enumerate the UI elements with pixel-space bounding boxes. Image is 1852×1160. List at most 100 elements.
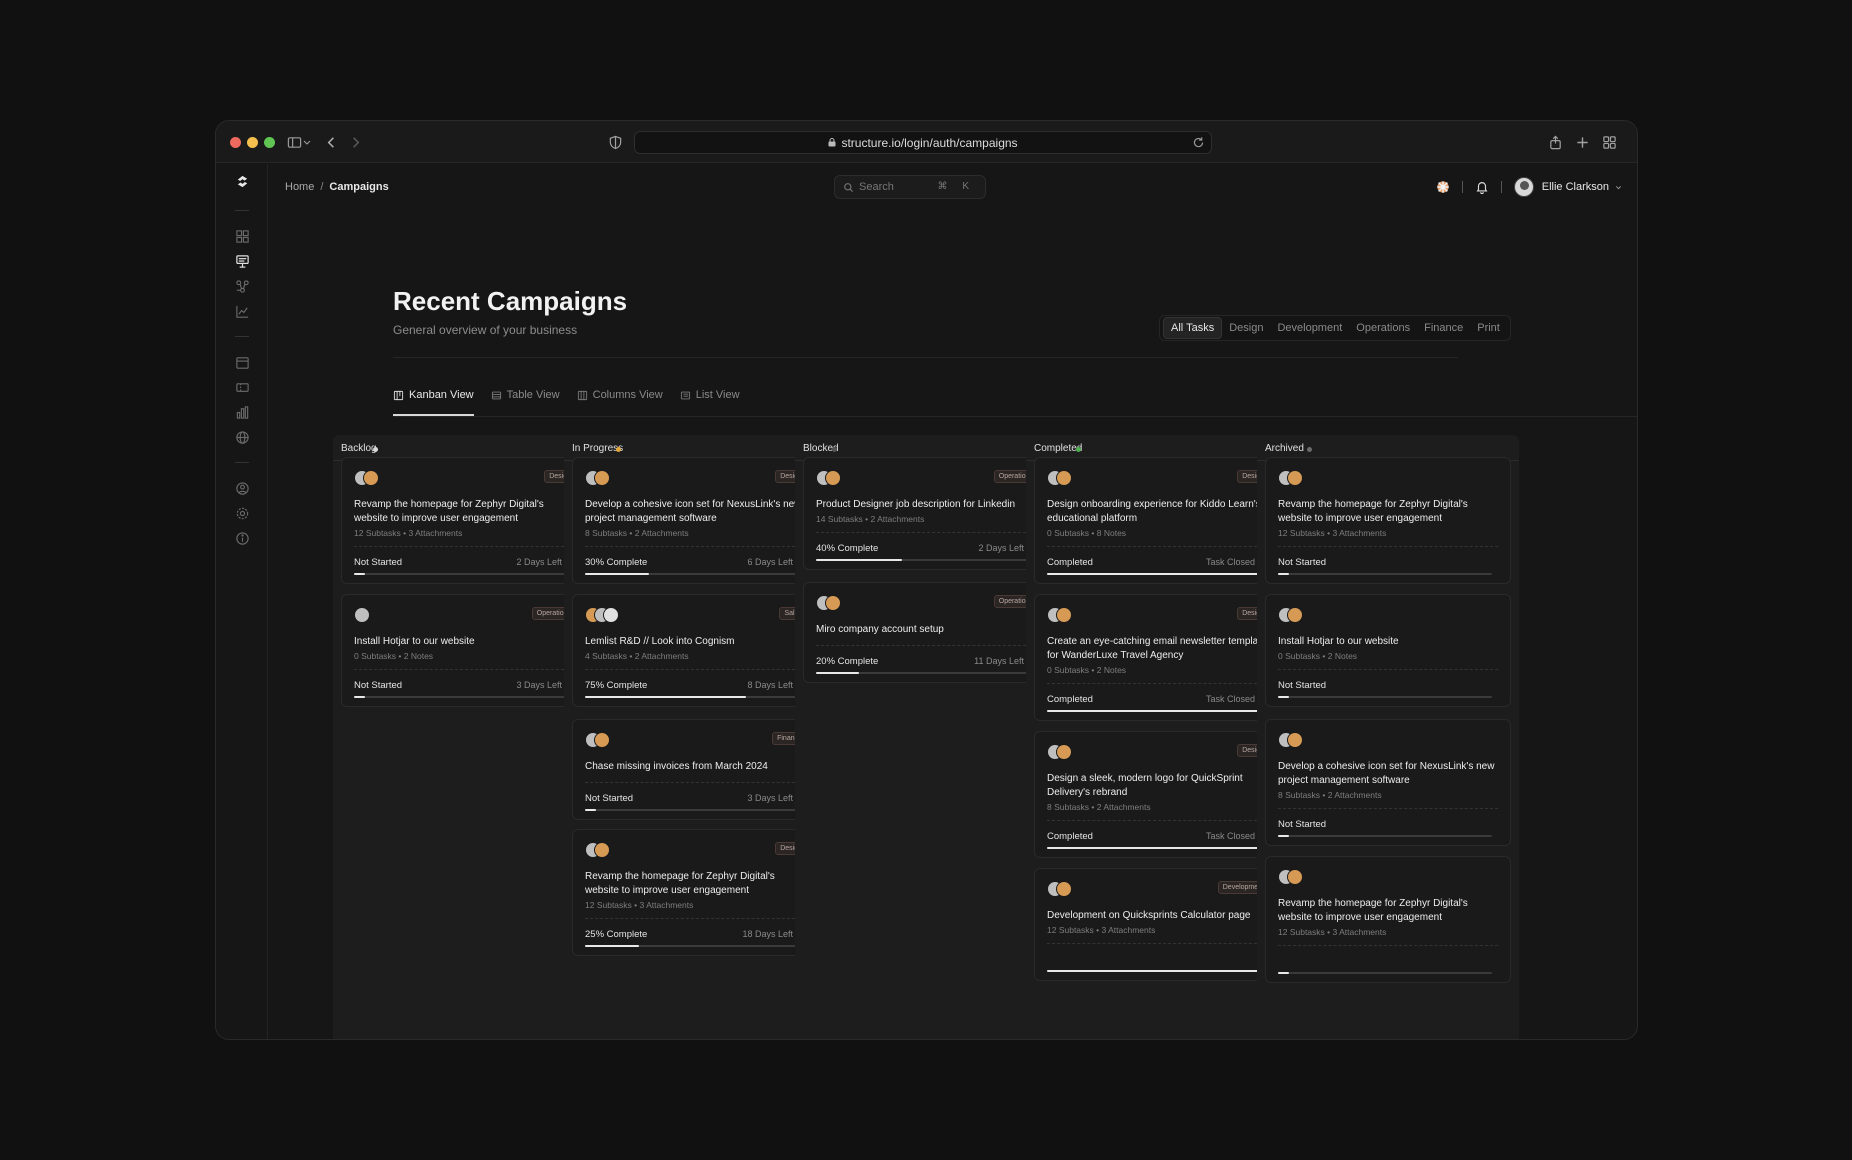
- avatar: [1056, 607, 1072, 623]
- reports-icon[interactable]: [232, 402, 252, 422]
- divider: [393, 416, 1637, 417]
- chevron-down-icon[interactable]: [301, 131, 313, 153]
- progress-bar: [1047, 970, 1261, 972]
- task-card[interactable]: Design Design a sleek, modern logo for Qu…: [1034, 731, 1280, 858]
- table-view-icon: [491, 391, 501, 399]
- divider: [1500, 181, 1502, 193]
- task-card[interactable]: Operations Miro company account setup 20% …: [803, 582, 1049, 683]
- dashboard-icon[interactable]: [232, 226, 252, 246]
- close-window-button[interactable]: [230, 137, 241, 148]
- analytics-icon[interactable]: [232, 301, 252, 321]
- info-icon[interactable]: [232, 528, 252, 548]
- filter-all-tasks[interactable]: All Tasks: [1163, 317, 1223, 339]
- task-card[interactable]: Development Development on Quicksprints C…: [1034, 868, 1280, 981]
- lock-icon: [828, 138, 836, 147]
- task-card[interactable]: Design Create an eye-catching email newsl…: [1034, 594, 1280, 721]
- avatar: [594, 732, 610, 748]
- due-text: 8 Days Left: [747, 680, 793, 690]
- progress-bar: [585, 945, 799, 947]
- avatar: [603, 607, 619, 623]
- avatar: [363, 470, 379, 486]
- avatar: [1287, 869, 1303, 885]
- task-meta: 8 Subtasks • 2 Attachments: [1278, 790, 1382, 800]
- profile-icon[interactable]: [232, 478, 252, 498]
- tab-table-view[interactable]: Table View: [491, 386, 560, 404]
- task-meta: 4 Subtasks • 2 Attachments: [585, 651, 689, 661]
- calendar-icon[interactable]: [232, 352, 252, 372]
- filter-print[interactable]: Print: [1470, 318, 1507, 338]
- breadcrumb-current[interactable]: Campaigns: [329, 181, 388, 193]
- ticket-icon[interactable]: [232, 377, 252, 397]
- task-card[interactable]: Operations Install Hotjar to our website 0…: [341, 594, 587, 707]
- new-tab-icon[interactable]: [1571, 131, 1593, 153]
- filter-design[interactable]: Design: [1222, 318, 1270, 338]
- bell-icon[interactable]: [1475, 180, 1489, 194]
- progress-fill: [585, 696, 746, 698]
- task-card[interactable]: Sales Lemlist R&D // Look into Cognism 4 S…: [572, 594, 818, 707]
- language-flag-icon[interactable]: [1436, 180, 1450, 194]
- task-card[interactable]: Revamp the homepage for Zephyr Digital's…: [1265, 856, 1511, 983]
- task-card[interactable]: Develop a cohesive icon set for NexusLin…: [1265, 719, 1511, 846]
- task-card[interactable]: Design Design onboarding experience for K…: [1034, 457, 1280, 584]
- progress-fill: [1278, 972, 1289, 974]
- divider: [393, 357, 1458, 358]
- task-title: Development on Quicksprints Calculator p…: [1047, 910, 1251, 921]
- progress-fill: [1047, 970, 1261, 972]
- tab-overview-icon[interactable]: [1598, 131, 1620, 153]
- task-card[interactable]: Design Revamp the homepage for Zephyr Dig…: [341, 457, 587, 584]
- filter-development[interactable]: Development: [1270, 318, 1349, 338]
- shield-icon[interactable]: [604, 131, 626, 153]
- reload-icon[interactable]: [1192, 136, 1205, 149]
- filter-finance[interactable]: Finance: [1417, 318, 1470, 338]
- task-status: Completed: [1047, 557, 1093, 568]
- breadcrumb-home[interactable]: Home: [285, 181, 314, 193]
- task-card[interactable]: Revamp the homepage for Zephyr Digital's…: [1265, 457, 1511, 584]
- task-meta: 14 Subtasks • 2 Attachments: [816, 514, 925, 524]
- task-card[interactable]: Finance Chase missing invoices from March…: [572, 719, 818, 820]
- due-text: 18 Days Left: [742, 929, 793, 939]
- task-meta: 0 Subtasks • 2 Notes: [1047, 665, 1127, 675]
- forward-icon[interactable]: [344, 131, 366, 153]
- task-card[interactable]: Design Revamp the homepage for Zephyr Dig…: [572, 829, 818, 956]
- card-divider: [1278, 945, 1498, 946]
- progress-bar: [816, 672, 1030, 674]
- assignee-avatars: [585, 470, 625, 486]
- tab-list-view[interactable]: List View: [680, 386, 740, 404]
- assignee-avatars: [585, 842, 625, 858]
- card-divider: [1047, 820, 1267, 821]
- tab-columns-view[interactable]: Columns View: [577, 386, 663, 404]
- avatar[interactable]: [1513, 177, 1534, 197]
- avatar: [1287, 732, 1303, 748]
- minimize-window-button[interactable]: [247, 137, 258, 148]
- logo-icon[interactable]: [232, 171, 252, 191]
- settings-icon[interactable]: [232, 503, 252, 523]
- maximize-window-button[interactable]: [264, 137, 275, 148]
- search-shortcut: ⌘ K: [937, 181, 975, 192]
- chevron-down-icon[interactable]: [1614, 183, 1623, 192]
- globe-icon[interactable]: [232, 427, 252, 447]
- search-input[interactable]: Search ⌘ K: [834, 175, 986, 199]
- back-icon[interactable]: [320, 131, 342, 153]
- task-title: Install Hotjar to our website: [1278, 636, 1399, 647]
- progress-fill: [1278, 696, 1289, 698]
- task-card[interactable]: Design Develop a cohesive icon set for Ne…: [572, 457, 818, 584]
- task-card[interactable]: Install Hotjar to our website 0 Subtasks …: [1265, 594, 1511, 707]
- user-name[interactable]: Ellie Clarkson: [1542, 181, 1609, 193]
- filter-operations[interactable]: Operations: [1349, 318, 1417, 338]
- campaigns-icon[interactable]: [232, 251, 252, 271]
- task-status: Completed: [1047, 831, 1093, 842]
- address-bar[interactable]: structure.io/login/auth/campaigns: [634, 131, 1212, 154]
- progress-fill: [1047, 573, 1261, 575]
- task-title: Install Hotjar to our website: [354, 636, 475, 647]
- progress-fill: [354, 573, 365, 575]
- task-card[interactable]: Operations Product Designer job descripti…: [803, 457, 1049, 570]
- task-status: 30% Complete: [585, 557, 648, 568]
- tab-kanban-view[interactable]: Kanban View: [393, 386, 474, 404]
- card-divider: [1047, 943, 1267, 944]
- progress-bar: [1047, 847, 1261, 849]
- card-divider: [354, 546, 574, 547]
- progress-bar: [1047, 573, 1261, 575]
- share-icon[interactable]: [1544, 131, 1566, 153]
- list-view-icon: [680, 391, 690, 399]
- workflow-icon[interactable]: [232, 276, 252, 296]
